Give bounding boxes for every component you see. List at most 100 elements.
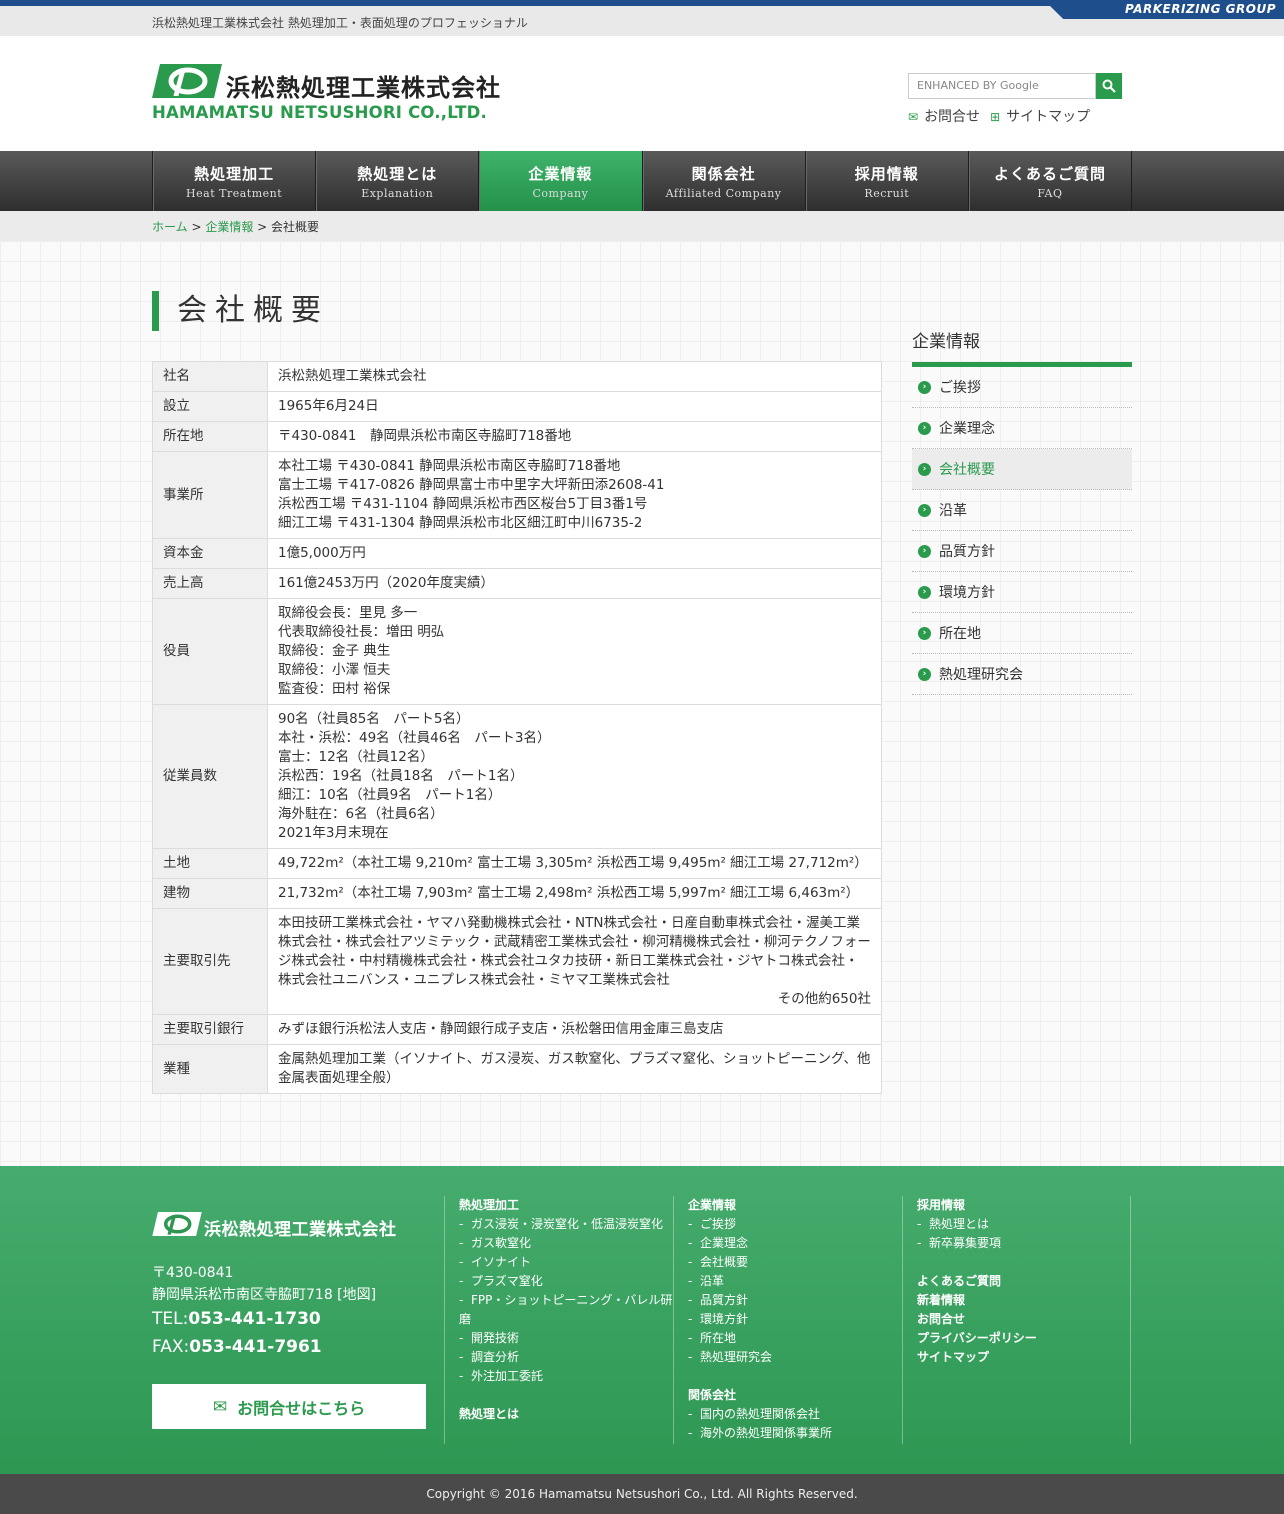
footer-heading[interactable]: 企業情報 xyxy=(688,1196,902,1215)
nav-affiliated[interactable]: 関係会社 Affiliated Company xyxy=(643,151,806,211)
table-row: 設立 1965年6月24日 xyxy=(152,391,882,422)
nav-heat-treatment[interactable]: 熱処理加工 Heat Treatment xyxy=(153,151,317,211)
office-line: 浜松西工場 〒431-1104 静岡県浜松市西区桜台5丁目3番1号 xyxy=(278,496,648,512)
company-logo-mark xyxy=(152,64,222,98)
table-row: 社名 浜松熱処理工業株式会社 xyxy=(152,361,882,392)
nav-faq[interactable]: よくあるご質問 FAQ xyxy=(969,151,1133,211)
footer-address-line[interactable]: 静岡県浜松市南区寺脇町718 [地図] xyxy=(152,1284,376,1306)
footer-contact-button[interactable]: ✉ お問合せはこちら xyxy=(152,1384,426,1429)
employee-line: 富士：12名（社員12名） xyxy=(278,749,434,765)
footer-heading[interactable]: よくあるご質問 xyxy=(917,1272,1130,1291)
footer-heading[interactable]: 熱処理加工 xyxy=(459,1196,673,1215)
mail-icon: ✉ xyxy=(212,1396,228,1417)
sidebar-title: 企業情報 xyxy=(912,327,1132,367)
sidebar-item-location[interactable]: › 所在地 xyxy=(912,613,1132,654)
logo-english: HAMAMATSU NETSUSHORI CO.,LTD. xyxy=(152,103,487,122)
nav-explanation[interactable]: 熱処理とは Explanation xyxy=(316,151,480,211)
row-value: 本田技研工業株式会社・ヤマハ発動機株式会社・NTN株式会社・日産自動車株式会社・… xyxy=(267,908,882,1015)
sidebar-item-environment[interactable]: › 環境方針 xyxy=(912,572,1132,613)
search-button[interactable] xyxy=(1096,73,1122,99)
footer-heading[interactable]: 新着情報 xyxy=(917,1291,1130,1310)
footer-link[interactable]: - 会社概要 xyxy=(688,1253,902,1272)
footer-link[interactable]: - 環境方針 xyxy=(688,1310,902,1329)
footer-link[interactable]: - FPP・ショットピーニング・バレル研磨 xyxy=(459,1291,673,1329)
footer-logo[interactable]: 浜松熱処理工業株式会社 xyxy=(152,1212,422,1240)
footer-col-company: 企業情報 - ご挨拶 - 企業理念 - 会社概要 - 沿革 - 品質方針 - 環… xyxy=(673,1196,902,1444)
footer-heading[interactable]: 関係会社 xyxy=(688,1386,902,1405)
parkerizing-group-badge[interactable]: PARKERIZING GROUP xyxy=(1044,0,1284,19)
sidebar-item-label: 所在地 xyxy=(939,626,981,642)
footer-link[interactable]: - 開発技術 xyxy=(459,1329,673,1348)
search-icon xyxy=(1102,79,1116,93)
footer-zip: 〒430-0841 xyxy=(152,1265,234,1281)
footer-link[interactable]: - 海外の熱処理関係事業所 xyxy=(688,1424,902,1443)
sidebar-item-label: 沿革 xyxy=(939,503,967,519)
footer-heading[interactable]: 採用情報 xyxy=(917,1196,1130,1215)
row-key: 社名 xyxy=(152,361,268,392)
footer-link[interactable]: - ガス軟窒化 xyxy=(459,1234,673,1253)
sidebar-item-label: 企業理念 xyxy=(939,421,995,437)
sidebar-item-philosophy[interactable]: › 企業理念 xyxy=(912,408,1132,449)
footer-link[interactable]: - 所在地 xyxy=(688,1329,902,1348)
breadcrumb-sep: > xyxy=(253,220,272,234)
table-row: 事業所 本社工場 〒430-0841 静岡県浜松市南区寺脇町718番地 富士工場… xyxy=(152,451,882,539)
row-key: 役員 xyxy=(152,598,268,705)
search-input[interactable]: ENHANCED BY Google xyxy=(908,73,1096,99)
nav-label-ja: 採用情報 xyxy=(854,165,919,183)
footer-link[interactable]: - 外注加工委託 xyxy=(459,1367,673,1386)
footer-address: 〒430-0841 静岡県浜松市南区寺脇町718 [地図] xyxy=(152,1262,376,1306)
sidebar-item-label: 熱処理研究会 xyxy=(939,667,1023,683)
footer-heading[interactable]: サイトマップ xyxy=(917,1348,1130,1367)
employee-line: 海外駐在：6名（社員6名） xyxy=(278,806,444,822)
footer-link[interactable]: - プラズマ窒化 xyxy=(459,1272,673,1291)
footer-link[interactable]: - 新卒募集要項 xyxy=(917,1234,1130,1253)
tel-label: TEL: xyxy=(152,1309,189,1329)
chevron-right-icon: › xyxy=(918,462,931,476)
footer-link[interactable]: - イソナイト xyxy=(459,1253,673,1272)
table-row: 所在地 〒430-0841 静岡県浜松市南区寺脇町718番地 xyxy=(152,421,882,452)
footer-link[interactable]: - 企業理念 xyxy=(688,1234,902,1253)
employee-line: 90名（社員85名 パート5名） xyxy=(278,711,470,727)
breadcrumb-home[interactable]: ホーム xyxy=(152,220,188,234)
tel-number: 053-441-1730 xyxy=(188,1309,321,1329)
nav-recruit[interactable]: 採用情報 Recruit xyxy=(806,151,969,211)
footer-link[interactable]: - 国内の熱処理関係会社 xyxy=(688,1405,902,1424)
row-key: 建物 xyxy=(152,878,268,909)
table-row: 業種 金属熱処理加工業（イソナイト、ガス浸炭、ガス軟窒化、プラズマ窒化、ショットピ… xyxy=(152,1044,882,1094)
site-header: 浜松熱処理工業株式会社 HAMAMATSU NETSUSHORI CO.,LTD… xyxy=(0,36,1284,151)
footer-link[interactable]: - 調査分析 xyxy=(459,1348,673,1367)
sidebar-item-quality[interactable]: › 品質方針 xyxy=(912,531,1132,572)
sidebar-item-research[interactable]: › 熱処理研究会 xyxy=(912,654,1132,695)
nav-label-en: Company xyxy=(532,187,589,200)
copyright: Copyright © 2016 Hamamatsu Netsushori Co… xyxy=(0,1474,1284,1514)
footer-link[interactable]: - ご挨拶 xyxy=(688,1215,902,1234)
header-sitemap-link[interactable]: ⊞ サイトマップ xyxy=(990,106,1090,126)
customers-note: その他約650社 xyxy=(777,991,871,1007)
footer-tel[interactable]: TEL:053-441-1730 xyxy=(152,1309,321,1329)
nav-company[interactable]: 企業情報 Company xyxy=(479,151,643,211)
footer-link[interactable]: - 品質方針 xyxy=(688,1291,902,1310)
officer-line: 取締役：金子 典生 xyxy=(278,643,391,659)
row-value: 21,732m²（本社工場 7,903m² 富士工場 2,498m² 浜松西工場… xyxy=(267,878,882,909)
employee-line: 2021年3月末現在 xyxy=(278,825,389,841)
footer-link[interactable]: - ガス浸炭・浸炭窒化・低温浸炭窒化 xyxy=(459,1215,673,1234)
nav-label-ja: 企業情報 xyxy=(528,165,593,183)
sidebar-item-history[interactable]: › 沿革 xyxy=(912,490,1132,531)
footer-link[interactable]: - 熱処理研究会 xyxy=(688,1348,902,1367)
breadcrumb-company[interactable]: 企業情報 xyxy=(205,220,253,234)
row-key: 土地 xyxy=(152,848,268,879)
sidebar-item-greeting[interactable]: › ご挨拶 xyxy=(912,367,1132,408)
footer-heading[interactable]: プライバシーポリシー xyxy=(917,1329,1130,1348)
table-row: 従業員数 90名（社員85名 パート5名） 本社・浜松：49名（社員46名 パー… xyxy=(152,704,882,849)
table-row: 建物 21,732m²（本社工場 7,903m² 富士工場 2,498m² 浜松西… xyxy=(152,878,882,909)
header-contact-link[interactable]: ✉ お問合せ xyxy=(908,106,980,126)
footer-link[interactable]: - 熱処理とは xyxy=(917,1215,1130,1234)
row-key: 主要取引銀行 xyxy=(152,1014,268,1045)
footer-heading[interactable]: 熱処理とは xyxy=(459,1405,673,1424)
footer-heading[interactable]: お問合せ xyxy=(917,1310,1130,1329)
footer-link[interactable]: - 沿革 xyxy=(688,1272,902,1291)
sidebar-item-label: 品質方針 xyxy=(939,544,995,560)
breadcrumb-sep: > xyxy=(187,220,206,234)
site-logo[interactable]: 浜松熱処理工業株式会社 HAMAMATSU NETSUSHORI CO.,LTD… xyxy=(152,64,524,122)
sidebar-item-overview[interactable]: › 会社概要 xyxy=(912,449,1132,490)
